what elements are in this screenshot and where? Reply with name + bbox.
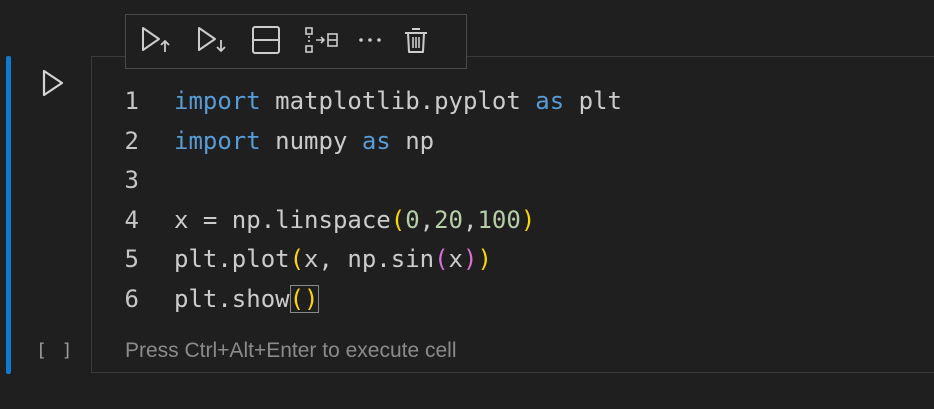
more-actions-button[interactable] [352, 22, 388, 62]
identifier-token: matplotlib.pyplot [260, 87, 536, 115]
run-cell-button[interactable] [38, 69, 68, 101]
line-content: x = np.linspace(0,20,100) [174, 201, 535, 241]
keyword-token: import [174, 126, 261, 155]
line-number: 6 [124, 284, 139, 313]
notebook-editor: 1 import matplotlib.pyplot as plt 2 impo… [0, 0, 934, 409]
keyword-token: as [535, 87, 565, 115]
code-editor[interactable]: 1 import matplotlib.pyplot as plt 2 impo… [91, 82, 911, 320]
execute-hint: Press Ctrl+Alt+Enter to execute cell [125, 339, 457, 362]
line-number: 2 [124, 126, 139, 155]
code-line: 5 plt.plot(x, np.sin(x)) [91, 240, 911, 280]
matched-bracket-token: () [289, 284, 319, 313]
line-number: 5 [124, 245, 139, 274]
identifier-token: plt.plot [174, 245, 290, 274]
identifier-token: np [390, 126, 435, 155]
identifier-token: plt [564, 87, 622, 115]
split-cell-icon [251, 25, 281, 59]
cell-toolbar [125, 14, 467, 69]
line-content: plt.show() [174, 280, 319, 320]
bracket-token: ) [463, 245, 478, 274]
line-number: 1 [124, 87, 139, 115]
identifier-token: numpy [260, 126, 362, 155]
bracket-token: ) [520, 205, 536, 234]
execute-below-icon [195, 25, 229, 59]
identifier-token: x [448, 245, 463, 274]
identifier-token: x = np.linspace [174, 205, 391, 234]
split-cell-button[interactable] [248, 22, 284, 62]
delete-cell-button[interactable] [398, 22, 434, 62]
insert-cell-button[interactable] [302, 22, 342, 62]
number-token: 100 [477, 205, 521, 234]
punct-token: , [463, 205, 478, 234]
bracket-token: ( [390, 205, 406, 234]
keyword-token: import [174, 87, 261, 115]
insert-cell-icon [304, 25, 340, 59]
trash-icon [401, 25, 431, 59]
bracket-token: ) [477, 245, 492, 274]
line-content: plt.plot(x, np.sin(x)) [174, 240, 492, 280]
bracket-token: ( [289, 245, 305, 274]
execute-above-button[interactable] [136, 22, 176, 62]
line-number: 4 [124, 205, 139, 234]
code-line: 2 import numpy as np [91, 122, 911, 162]
keyword-token: as [361, 126, 391, 155]
code-line: 4 x = np.linspace(0,20,100) [91, 201, 911, 241]
cell-focus-indicator [6, 56, 11, 374]
line-number: 3 [124, 166, 139, 195]
line-content: import matplotlib.pyplot as plt [174, 82, 622, 122]
line-content: import numpy as np [174, 122, 434, 162]
code-line: 3 [91, 161, 911, 201]
execution-count: [ ] [36, 340, 75, 361]
bracket-token: ( [434, 245, 449, 274]
execute-above-icon [139, 25, 173, 59]
code-line: 1 import matplotlib.pyplot as plt [91, 82, 911, 122]
number-token: 0 [405, 205, 420, 234]
execute-below-button[interactable] [192, 22, 232, 62]
number-token: 20 [434, 205, 464, 234]
punct-token: , [419, 205, 435, 234]
more-actions-icon [355, 25, 385, 59]
play-icon [41, 69, 65, 101]
identifier-token: x, np.sin [304, 245, 435, 274]
code-line: 6 plt.show() [91, 280, 911, 320]
identifier-token: plt.show [174, 284, 290, 313]
